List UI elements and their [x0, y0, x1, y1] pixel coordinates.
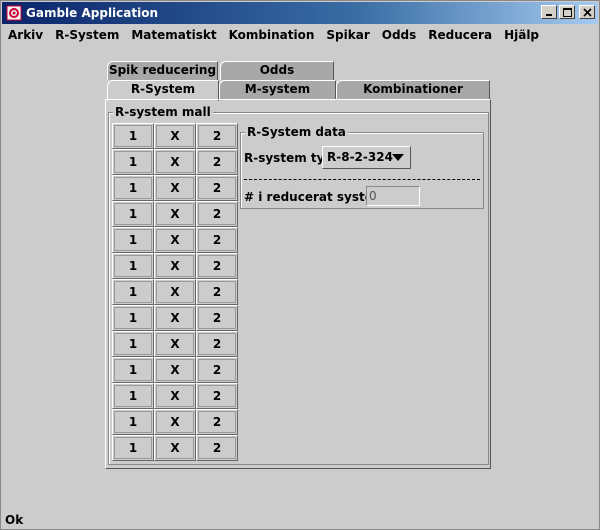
- away-win-button[interactable]: 2: [196, 123, 238, 149]
- home-win-button[interactable]: 1: [112, 253, 154, 279]
- away-win-button[interactable]: 2: [196, 409, 238, 435]
- menu-odds[interactable]: Odds: [376, 25, 423, 45]
- grid-row: 1X2: [112, 149, 238, 175]
- menu-reducera[interactable]: Reducera: [422, 25, 498, 45]
- grid-row: 1X2: [112, 123, 238, 149]
- grid-row: 1X2: [112, 383, 238, 409]
- grid-row: 1X2: [112, 253, 238, 279]
- close-icon: [582, 7, 592, 17]
- home-win-button[interactable]: 1: [112, 435, 154, 461]
- home-win-button[interactable]: 1: [112, 305, 154, 331]
- menu-matematiskt[interactable]: Matematiskt: [125, 25, 222, 45]
- minimize-icon: [546, 14, 552, 16]
- grid-row: 1X2: [112, 279, 238, 305]
- title-bar[interactable]: Gamble Application: [2, 2, 598, 24]
- menu-hjalp[interactable]: Hjälp: [498, 25, 545, 45]
- away-win-button[interactable]: 2: [196, 357, 238, 383]
- grid-row: 1X2: [112, 331, 238, 357]
- away-win-button[interactable]: 2: [196, 383, 238, 409]
- r-system-grid: 1X21X21X21X21X21X21X21X21X21X21X21X21X2: [112, 123, 238, 461]
- grid-row: 1X2: [112, 227, 238, 253]
- maximize-button[interactable]: [559, 5, 575, 19]
- menu-arkiv[interactable]: Arkiv: [2, 25, 49, 45]
- away-win-button[interactable]: 2: [196, 201, 238, 227]
- draw-button[interactable]: X: [154, 149, 196, 175]
- separator: [244, 179, 480, 180]
- home-win-button[interactable]: 1: [112, 279, 154, 305]
- r-system-data-legend: R-System data: [245, 125, 348, 139]
- grid-row: 1X2: [112, 201, 238, 227]
- home-win-button[interactable]: 1: [112, 357, 154, 383]
- grid-row: 1X2: [112, 409, 238, 435]
- draw-button[interactable]: X: [154, 123, 196, 149]
- away-win-button[interactable]: 2: [196, 305, 238, 331]
- draw-button[interactable]: X: [154, 435, 196, 461]
- away-win-button[interactable]: 2: [196, 175, 238, 201]
- menu-r-system[interactable]: R-System: [49, 25, 125, 45]
- window-title: Gamble Application: [26, 6, 159, 20]
- grid-row: 1X2: [112, 357, 238, 383]
- menu-bar: Arkiv R-System Matematiskt Kombination S…: [2, 25, 598, 45]
- grid-row: 1X2: [112, 175, 238, 201]
- grid-row: 1X2: [112, 435, 238, 461]
- tab-m-system[interactable]: M-system: [219, 80, 336, 99]
- app-window: Gamble Application Arkiv R-System Matema…: [0, 0, 600, 530]
- away-win-button[interactable]: 2: [196, 149, 238, 175]
- tab-odds-reducering[interactable]: Odds reducering: [220, 61, 334, 94]
- draw-button[interactable]: X: [154, 279, 196, 305]
- chevron-down-icon: [392, 154, 404, 161]
- away-win-button[interactable]: 2: [196, 227, 238, 253]
- draw-button[interactable]: X: [154, 175, 196, 201]
- menu-kombination[interactable]: Kombination: [223, 25, 321, 45]
- draw-button[interactable]: X: [154, 331, 196, 357]
- r-system-type-value: R-8-2-324: [327, 150, 393, 164]
- away-win-button[interactable]: 2: [196, 435, 238, 461]
- draw-button[interactable]: X: [154, 305, 196, 331]
- draw-button[interactable]: X: [154, 253, 196, 279]
- draw-button[interactable]: X: [154, 201, 196, 227]
- home-win-button[interactable]: 1: [112, 227, 154, 253]
- home-win-button[interactable]: 1: [112, 331, 154, 357]
- app-logo-icon: [6, 5, 22, 21]
- away-win-button[interactable]: 2: [196, 253, 238, 279]
- draw-button[interactable]: X: [154, 227, 196, 253]
- away-win-button[interactable]: 2: [196, 331, 238, 357]
- close-button[interactable]: [579, 5, 595, 19]
- r-system-mall-legend: R-system mall: [113, 105, 213, 119]
- draw-button[interactable]: X: [154, 383, 196, 409]
- tab-kombinationer[interactable]: Kombinationer: [336, 80, 490, 99]
- reduced-system-field[interactable]: 0: [366, 186, 420, 206]
- home-win-button[interactable]: 1: [112, 409, 154, 435]
- status-text: Ok: [5, 513, 24, 527]
- minimize-button[interactable]: [541, 5, 557, 19]
- grid-row: 1X2: [112, 305, 238, 331]
- tab-spik-reducering[interactable]: Spik reducering: [107, 61, 218, 80]
- home-win-button[interactable]: 1: [112, 149, 154, 175]
- home-win-button[interactable]: 1: [112, 383, 154, 409]
- maximize-icon: [562, 7, 572, 17]
- menu-spikar[interactable]: Spikar: [320, 25, 375, 45]
- home-win-button[interactable]: 1: [112, 123, 154, 149]
- draw-button[interactable]: X: [154, 357, 196, 383]
- tab-r-system[interactable]: R-System: [107, 80, 219, 101]
- home-win-button[interactable]: 1: [112, 201, 154, 227]
- r-system-type-select[interactable]: R-8-2-324: [322, 146, 411, 169]
- home-win-button[interactable]: 1: [112, 175, 154, 201]
- draw-button[interactable]: X: [154, 409, 196, 435]
- away-win-button[interactable]: 2: [196, 279, 238, 305]
